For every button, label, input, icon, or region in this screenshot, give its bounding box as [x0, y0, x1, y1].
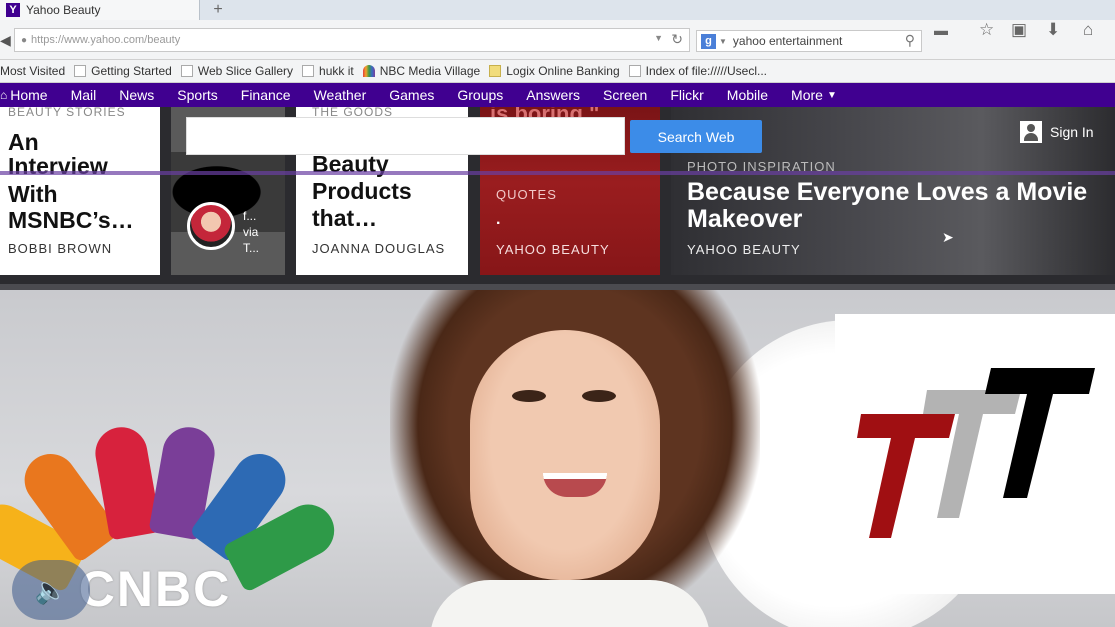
card-title-line: Products [312, 178, 412, 204]
nav-sports[interactable]: Sports [177, 87, 217, 103]
eye-image [582, 390, 616, 402]
yahoo-logo[interactable]: YAHOO! [34, 115, 128, 145]
yahoo-nav-bar: ⌂ Home Mail News Sports Finance Weather G… [0, 83, 1115, 107]
yahoo-favicon-icon: Y [6, 3, 20, 17]
magnifier-icon[interactable]: ⚲ [905, 32, 915, 49]
nav-more[interactable]: More ▼ [791, 87, 837, 103]
google-icon[interactable]: g [701, 33, 716, 49]
ttt-logo [835, 314, 1115, 594]
search-engine-dropdown-icon[interactable]: ▼ [719, 37, 727, 46]
card-kicker: QUOTES [496, 187, 557, 202]
eye-image [512, 390, 546, 402]
tab-bar: Y Yahoo Beauty + [0, 0, 1115, 20]
peacock-icon [362, 65, 375, 77]
page-icon [302, 65, 315, 77]
bookmarks-bar: Most Visited Getting Started Web Slice G… [0, 60, 1115, 83]
nav-flickr[interactable]: Flickr [670, 87, 703, 103]
reload-icon[interactable]: ↻ [671, 31, 683, 48]
nav-mobile[interactable]: Mobile [727, 87, 768, 103]
ttt-red-t [857, 414, 955, 538]
card-author: YAHOO BEAUTY [687, 242, 801, 257]
navigation-toolbar: ◀ ● https://www.yahoo.com/beauty ▼ ↻ g ▼… [0, 20, 1115, 60]
sign-in-button[interactable]: Sign In [1020, 121, 1094, 143]
page-icon [628, 65, 641, 77]
ttt-gray-t [923, 390, 1021, 518]
bookmark-nbc-media-village[interactable]: NBC Media Village [362, 64, 480, 78]
page-icon [74, 65, 87, 77]
card-author: BOBBI BROWN [8, 241, 113, 256]
web-page: ⌂ Home Mail News Sports Finance Weather G… [0, 83, 1115, 627]
card-text-line: via [243, 225, 259, 239]
search-input[interactable]: yahoo entertainment [733, 34, 842, 48]
card-text-line: T... [243, 241, 260, 255]
bookmark-hukk-it[interactable]: hukk it [302, 64, 354, 78]
woman-face-image [470, 330, 660, 580]
quote-body: . [496, 211, 501, 228]
speaker-mute-icon[interactable]: 🔈 [12, 560, 90, 620]
download-icon[interactable]: ⬇ [1046, 20, 1060, 40]
bookmark-web-slice-gallery[interactable]: Web Slice Gallery [180, 64, 293, 78]
avatar [187, 202, 235, 250]
search-web-button[interactable]: Search Web [630, 120, 762, 153]
bookmark-logix-online-banking[interactable]: Logix Online Banking [489, 64, 620, 78]
url-text: https://www.yahoo.com/beauty [31, 34, 181, 46]
card-title-line: that… [312, 205, 378, 231]
card-title-line: MSNBC’s… [8, 207, 134, 233]
card-text-line: f... [243, 209, 257, 223]
bookmark-star-icon[interactable]: ☆ [979, 20, 994, 40]
bookmark-most-visited[interactable]: Most Visited [0, 64, 65, 78]
chevron-down-icon: ▼ [826, 89, 837, 101]
back-arrow-icon[interactable]: ◀ [0, 32, 11, 49]
card-title: Because Everyone Loves a Movie Makeover [687, 178, 1088, 233]
globe-icon: ● [21, 34, 28, 46]
nav-games[interactable]: Games [389, 87, 434, 103]
card-title-line: With [8, 181, 58, 207]
user-icon [1020, 121, 1042, 143]
new-tab-plus-icon[interactable]: + [206, 0, 230, 20]
shirt-image [430, 580, 710, 627]
home-icon: ⌂ [0, 88, 8, 102]
mouse-cursor-icon: ➤ [942, 229, 954, 245]
yahoo-search-input[interactable] [186, 117, 625, 155]
nav-news[interactable]: News [119, 87, 154, 103]
ttt-logo-graphic [857, 368, 1095, 538]
card-author: YAHOO BEAUTY [496, 242, 610, 257]
bookmark-index-of-file[interactable]: Index of file://///Usecl... [628, 64, 767, 78]
tab-title: Yahoo Beauty [26, 3, 101, 17]
nav-finance[interactable]: Finance [241, 87, 291, 103]
nav-screen[interactable]: Screen [603, 87, 647, 103]
browser-search-box[interactable]: g ▼ yahoo entertainment ⚲ [696, 30, 922, 52]
extension-icon[interactable]: ▬ [934, 22, 948, 38]
yahoo-logo-subtitle: BEAUTY [62, 147, 107, 156]
page-icon [180, 65, 193, 77]
nav-answers[interactable]: Answers [526, 87, 580, 103]
nav-groups[interactable]: Groups [457, 87, 503, 103]
card-author: JOANNA DOUGLAS [312, 241, 446, 256]
nav-weather[interactable]: Weather [314, 87, 367, 103]
home-icon[interactable]: ⌂ [1083, 20, 1093, 40]
bookmark-getting-started[interactable]: Getting Started [74, 64, 172, 78]
nav-home[interactable]: ⌂ Home [0, 87, 48, 103]
yahoo-header: YAHOO! BEAUTY Search Web Sign In [0, 107, 1115, 167]
clipboard-icon[interactable]: ▣ [1011, 20, 1027, 40]
nav-mail[interactable]: Mail [71, 87, 97, 103]
video-frame: CNBC 🔈 [0, 290, 1115, 627]
url-dropdown-icon[interactable]: ▼ [654, 33, 663, 43]
folder-icon [489, 65, 502, 77]
content-area: BEAUTY STORIES An Interview With MSNBC’s… [0, 107, 1115, 284]
tab-yahoo-beauty[interactable]: Y Yahoo Beauty [0, 0, 200, 20]
header-divider [0, 171, 1115, 175]
sign-in-label: Sign In [1050, 124, 1094, 140]
address-bar[interactable]: ● https://www.yahoo.com/beauty ▼ ↻ [14, 28, 690, 52]
ttt-black-t [985, 368, 1095, 498]
